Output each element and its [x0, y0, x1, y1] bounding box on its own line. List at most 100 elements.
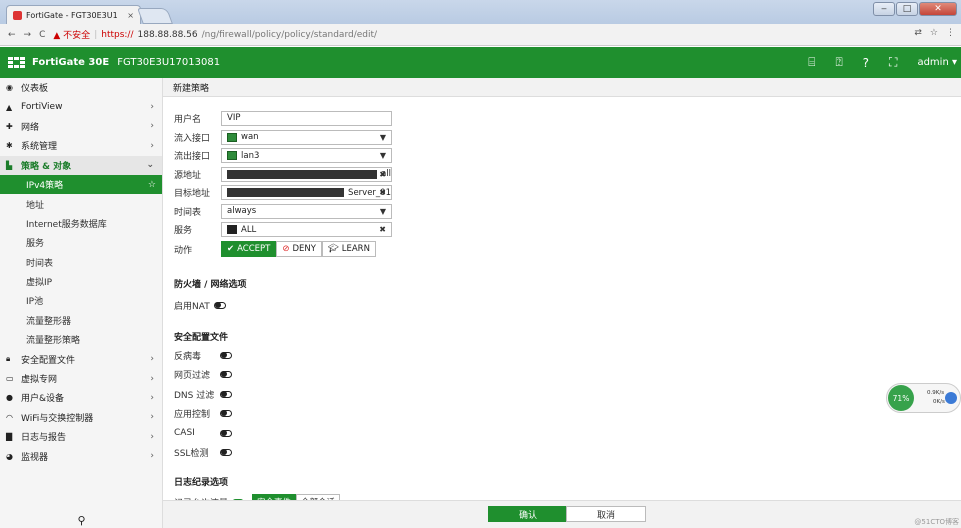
- fortinet-logo-icon: [8, 56, 26, 69]
- destination-address-label: 目标地址: [174, 189, 211, 200]
- admin-menu[interactable]: admin ▾: [917, 57, 957, 68]
- security-profiles-section-title: 安全配置文件: [174, 332, 229, 343]
- sidebar-item-security-profiles[interactable]: 🔒︎ 安全配置文件 ›: [0, 349, 162, 368]
- watermark: @51CTO博客: [914, 518, 959, 526]
- sidebar-item-schedules[interactable]: 时间表: [0, 253, 162, 272]
- policy-icon: ▙: [6, 160, 13, 170]
- sidebar-item-monitor[interactable]: ◕ 监视器 ›: [0, 446, 162, 465]
- browser-tab[interactable]: FortiGate - FGT30E3U1 ×: [6, 5, 141, 24]
- name-label: 用户名: [174, 114, 202, 125]
- remove-x-icon[interactable]: ✖: [379, 170, 386, 179]
- service-icon: [227, 225, 237, 235]
- dns-filter-toggle[interactable]: [220, 390, 232, 398]
- sidebar-item-ipv4-policy[interactable]: IPv4策略 ☆: [0, 174, 162, 195]
- url-scheme: https://: [101, 29, 134, 40]
- remove-x-icon[interactable]: ✖: [379, 188, 386, 197]
- sidebar-item-wifi-switch[interactable]: ◠ WiFi与交换控制器 ›: [0, 408, 162, 427]
- address-bar[interactable]: ▲ 不安全 | https://188.88.88.56/ng/firewall…: [53, 27, 911, 43]
- minimize-button[interactable]: ‒: [873, 2, 895, 16]
- window-close-button[interactable]: ✕: [919, 2, 957, 16]
- outgoing-interface-select[interactable]: lan3 ▼: [221, 148, 392, 164]
- nat-label: 启用NAT: [174, 302, 210, 313]
- forward-icon[interactable]: →: [24, 30, 32, 40]
- sidebar-item-traffic-shapers[interactable]: 流量整形器: [0, 311, 162, 330]
- sidebar-item-user-device[interactable]: ● 用户&设备 ›: [0, 388, 162, 407]
- tab-title: FortiGate - FGT30E3U1: [26, 10, 118, 20]
- remove-x-icon[interactable]: ✖: [379, 225, 386, 234]
- toolbar-right: ⇄ ☆ ⋮: [914, 28, 955, 38]
- not-secure-warning[interactable]: ▲ 不安全: [53, 28, 90, 41]
- menu-icon[interactable]: ⋮: [946, 28, 955, 38]
- serial-number: FGT30E3U17013081: [117, 57, 221, 68]
- sidebar-search-button[interactable]: ⚲: [0, 512, 163, 528]
- nat-toggle[interactable]: [213, 302, 226, 310]
- network-icon: ✚: [6, 121, 13, 131]
- chevron-right-icon: ›: [150, 412, 154, 423]
- main-content: 新建策略 用户名 VIP 流入接口 wan ▼ 流出接口 lan3 ▼ 源地址 al…: [163, 78, 961, 528]
- url-host: 188.88.88.56: [137, 29, 198, 40]
- learn-button[interactable]: 🎓︎ LEARN: [321, 241, 376, 257]
- sidebar-item-traffic-shaping-policy[interactable]: 流量整形策略: [0, 330, 162, 349]
- antivirus-toggle[interactable]: [220, 351, 232, 359]
- bookmark-star-icon[interactable]: ☆: [930, 28, 938, 38]
- cli-console-icon[interactable]: ⌸: [808, 55, 815, 70]
- firewall-network-section-title: 防火墙 / 网络选项: [174, 280, 247, 290]
- help-circle-icon[interactable]: ?: [863, 56, 869, 70]
- chevron-down-icon: ⌄: [146, 160, 154, 171]
- dropdown-arrow-icon: ▼: [379, 151, 386, 161]
- sidebar-item-ip-pools[interactable]: IP池: [0, 291, 162, 310]
- security-row-webfilter: 网页过滤: [174, 365, 392, 385]
- casi-toggle[interactable]: [220, 429, 232, 437]
- help-question-icon[interactable]: ⍰: [835, 55, 842, 70]
- incoming-interface-select[interactable]: wan ▼: [221, 129, 392, 145]
- sidebar-item-addresses[interactable]: 地址: [0, 194, 162, 213]
- sidebar-item-dashboard[interactable]: ◉ 仪表板: [0, 78, 162, 97]
- webfilter-toggle[interactable]: [220, 371, 232, 379]
- sidebar-item-log-report[interactable]: ▇ 日志与报告 ›: [0, 427, 162, 446]
- destination-address-select[interactable]: Server_01 ✖: [221, 185, 392, 201]
- ok-button[interactable]: 确认: [488, 506, 568, 522]
- cancel-button[interactable]: 取消: [566, 506, 646, 522]
- sidebar-item-network[interactable]: ✚ 网络 ›: [0, 117, 162, 136]
- translate-icon[interactable]: ⇄: [914, 28, 922, 38]
- sidebar-item-system[interactable]: ✱ 系统管理 ›: [0, 136, 162, 155]
- sidebar-item-vpn[interactable]: ▭ 虚拟专网 ›: [0, 369, 162, 388]
- service-select[interactable]: ALL ✖: [221, 222, 392, 238]
- maximize-button[interactable]: □: [896, 2, 918, 16]
- tab-close-icon[interactable]: ×: [127, 11, 134, 20]
- favorite-star-icon[interactable]: ☆: [148, 180, 156, 190]
- deny-button[interactable]: ⊘ DENY: [276, 241, 322, 257]
- product-name: FortiGate 30E: [32, 57, 110, 68]
- name-input[interactable]: VIP: [221, 110, 392, 126]
- fullscreen-icon[interactable]: ⛶: [889, 55, 897, 70]
- fortigate-header: FortiGate 30E FGT30E3U17013081 ⌸ ⍰ ? ⛶ a…: [0, 47, 961, 78]
- reload-icon[interactable]: C: [39, 30, 45, 40]
- schedule-select[interactable]: always ▼: [221, 203, 392, 219]
- sidebar-item-services[interactable]: 服务: [0, 233, 162, 252]
- app-control-toggle[interactable]: [220, 410, 232, 418]
- form-footer: 确认 取消 @51CTO博客: [163, 500, 961, 528]
- gear-icon: ✱: [6, 141, 13, 151]
- sidebar-item-policy-objects[interactable]: ▙ 策略 & 对象 ⌄: [0, 155, 162, 175]
- service-label: 服务: [174, 226, 193, 237]
- logging-section-title: 日志纪录选项: [174, 477, 229, 488]
- outgoing-interface-label: 流出接口: [174, 152, 211, 163]
- network-speed-widget[interactable]: 71% 0.9K/s 0K/s: [886, 383, 961, 413]
- accept-button[interactable]: ✔ ACCEPT: [221, 241, 277, 257]
- chevron-right-icon: ›: [150, 121, 154, 132]
- new-tab-button[interactable]: [137, 8, 173, 24]
- sidebar-item-virtual-ip[interactable]: 虚拟IP: [0, 272, 162, 291]
- pie-chart-icon: ◕: [6, 451, 13, 461]
- chart-icon: ▲: [6, 102, 13, 112]
- browser-toolbar: ← → C ▲ 不安全 | https://188.88.88.56/ng/fi…: [0, 24, 961, 46]
- sidebar-item-internet-service-db[interactable]: Internet服务数据库: [0, 214, 162, 233]
- url-path: /ng/firewall/policy/policy/standard/edit…: [201, 29, 378, 40]
- back-icon[interactable]: ←: [8, 30, 16, 40]
- check-icon: ✔: [227, 244, 235, 254]
- chevron-right-icon: ›: [150, 373, 154, 384]
- dashboard-icon: ◉: [6, 83, 13, 93]
- source-address-select[interactable]: all ✖: [221, 166, 392, 182]
- ssl-inspection-toggle[interactable]: [220, 449, 232, 457]
- browser-titlebar: FortiGate - FGT30E3U1 × ‒ □ ✕: [0, 0, 961, 24]
- sidebar-item-fortiview[interactable]: ▲ FortiView ›: [0, 97, 162, 116]
